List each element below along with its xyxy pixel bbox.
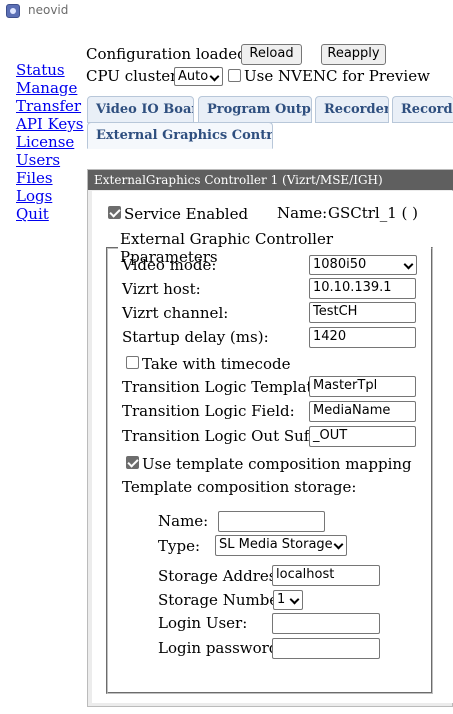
storage-label: Template composition storage: <box>122 478 357 496</box>
nvenc-checkbox[interactable] <box>228 69 241 82</box>
tl-field-label: Transition Logic Field: <box>122 402 295 420</box>
storage-type-select[interactable]: SL Media Storage <box>215 535 347 556</box>
nav-link-api-keys[interactable]: API Keys <box>16 115 83 133</box>
take-timecode-label: Take with timecode <box>142 355 291 373</box>
chevron-down-icon <box>209 71 220 82</box>
storage-name-label: Name: <box>158 512 209 530</box>
use-mapping-checkbox[interactable] <box>126 456 139 469</box>
nav-link-transfer[interactable]: Transfer <box>16 97 83 115</box>
chevron-down-icon <box>403 259 414 270</box>
storage-type-label: Type: <box>158 537 201 555</box>
chevron-down-icon <box>289 594 300 605</box>
cpu-clusters-select[interactable]: Auto <box>174 67 223 86</box>
video-mode-label: Video mode: <box>122 256 217 274</box>
tab-video-io-boards[interactable]: Video IO Boards <box>87 96 194 123</box>
login-password-label: Login password: <box>158 639 284 657</box>
controller-name-label: Name: <box>277 204 328 222</box>
app-icon <box>6 4 20 18</box>
vizrt-channel-label: Vizrt channel: <box>122 304 229 322</box>
window-titlebar: neovid <box>0 0 453 24</box>
config-status-text: Configuration loaded <box>86 45 247 63</box>
window-title: neovid <box>28 3 69 17</box>
storage-address-input[interactable]: localhost <box>272 565 380 586</box>
login-user-input[interactable] <box>272 613 380 634</box>
nav-link-files[interactable]: Files <box>16 169 83 187</box>
tl-suffix-input[interactable]: _OUT <box>309 426 416 447</box>
startup-delay-label: Startup delay (ms): <box>122 328 269 346</box>
tab-external-graphics-controllers[interactable]: External Graphics Controllers <box>87 122 273 149</box>
chevron-down-icon <box>333 539 344 550</box>
reload-button[interactable]: Reload <box>241 44 302 65</box>
main-nav: Status Manage Transfer API Keys License … <box>16 61 83 223</box>
vizrt-channel-input[interactable]: TestCH <box>309 302 416 323</box>
vizrt-host-input[interactable]: 10.10.139.1 <box>309 278 416 299</box>
take-timecode-checkbox[interactable] <box>126 356 139 369</box>
nav-link-users[interactable]: Users <box>16 151 83 169</box>
tl-field-input[interactable]: MediaName <box>309 401 416 422</box>
storage-name-input[interactable] <box>218 511 325 532</box>
nav-link-logs[interactable]: Logs <box>16 187 83 205</box>
login-password-input[interactable] <box>272 638 380 659</box>
storage-type-value: SL Media Storage <box>219 537 333 552</box>
login-user-label: Login User: <box>158 614 248 632</box>
nav-link-license[interactable]: License <box>16 133 83 151</box>
nav-link-manage[interactable]: Manage <box>16 79 83 97</box>
storage-number-value: 1 <box>277 592 286 607</box>
reapply-button[interactable]: Reapply <box>321 44 386 65</box>
controller-panel-header: ExternalGraphics Controller 1 (Vizrt/MSE… <box>88 170 453 190</box>
tab-program-outputs[interactable]: Program Outputs <box>198 96 312 123</box>
nav-link-status[interactable]: Status <box>16 61 83 79</box>
storage-number-label: Storage Number: <box>158 591 291 609</box>
nav-link-quit[interactable]: Quit <box>16 205 83 223</box>
video-mode-select[interactable]: 1080i50 <box>309 255 417 275</box>
service-enabled-label: Service Enabled <box>124 205 249 223</box>
service-enabled-checkbox[interactable] <box>108 206 121 219</box>
startup-delay-input[interactable]: 1420 <box>309 327 416 348</box>
tab-recorders[interactable]: Recorders <box>315 96 389 123</box>
tl-suffix-label: Transition Logic Out Suffix: <box>122 427 333 445</box>
controller-name-value: GSCtrl_1 ( ) <box>328 204 419 222</box>
storage-number-select[interactable]: 1 <box>273 590 303 610</box>
cpu-clusters-value: Auto <box>178 69 209 84</box>
storage-address-label: Storage Address: <box>158 567 290 585</box>
nvenc-label: Use NVENC for Preview <box>244 67 430 85</box>
vizrt-host-label: Vizrt host: <box>122 280 201 298</box>
use-mapping-label: Use template composition mapping <box>142 455 412 473</box>
tl-template-label: Transition Logic Template: <box>122 378 327 396</box>
tl-template-input[interactable]: MasterTpl <box>309 376 416 397</box>
tab-recordings[interactable]: Recordings <box>392 96 453 123</box>
video-mode-value: 1080i50 <box>313 257 367 272</box>
